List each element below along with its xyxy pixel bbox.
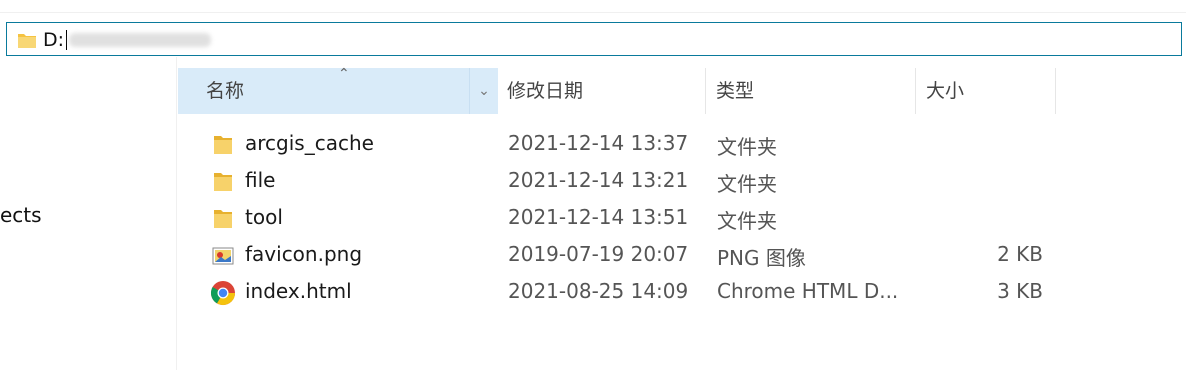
file-row[interactable]: tool 2021-12-14 13:51 文件夹 [178, 200, 1186, 237]
file-type: Chrome HTML D... [717, 279, 899, 303]
file-name: file [245, 168, 276, 192]
file-date: 2021-12-14 13:37 [508, 131, 689, 155]
file-type: 文件夹 [717, 135, 777, 159]
column-type-label: 类型 [716, 80, 755, 102]
nav-item-partial[interactable]: ects [0, 203, 42, 227]
file-type: 文件夹 [717, 209, 777, 233]
address-bar[interactable]: D: [6, 22, 1182, 56]
file-row[interactable]: file 2021-12-14 13:21 文件夹 [178, 163, 1186, 200]
navigation-pane[interactable]: ects [0, 57, 177, 370]
folder-icon [210, 206, 236, 232]
folder-icon [17, 31, 37, 53]
column-date-label: 修改日期 [507, 80, 584, 102]
column-size-header[interactable]: 大小 [916, 68, 1056, 114]
file-name: tool [245, 205, 283, 229]
sort-ascending-icon: ⌃ [338, 66, 350, 82]
file-date: 2019-07-19 20:07 [508, 242, 689, 266]
file-size: 2 KB [997, 242, 1043, 266]
top-strip [0, 0, 1186, 13]
file-type: 文件夹 [717, 172, 777, 196]
file-name: favicon.png [245, 242, 363, 266]
file-name: arcgis_cache [245, 131, 374, 155]
column-name-label: 名称 [206, 80, 245, 102]
column-size-label: 大小 [926, 80, 965, 102]
chrome-icon [210, 280, 236, 306]
file-date: 2021-08-25 14:09 [508, 279, 689, 303]
column-name-header[interactable]: ⌃ 名称 ⌄ [178, 66, 498, 114]
folder-icon [210, 132, 236, 158]
file-row[interactable]: index.html 2021-08-25 14:09 Chrome HTML … [178, 274, 1186, 311]
file-date: 2021-12-14 13:21 [508, 168, 689, 192]
address-text: D: [43, 29, 65, 51]
folder-icon [210, 169, 236, 195]
file-row[interactable]: favicon.png 2019-07-19 20:07 PNG 图像 2 KB [178, 237, 1186, 274]
file-list: arcgis_cache 2021-12-14 13:37 文件夹 file 2… [178, 126, 1186, 311]
blurred-path [69, 33, 211, 47]
column-date-header[interactable]: 修改日期 [498, 68, 706, 114]
file-type: PNG 图像 [717, 246, 806, 270]
file-row[interactable]: arcgis_cache 2021-12-14 13:37 文件夹 [178, 126, 1186, 163]
text-caret [66, 30, 67, 50]
column-header: ⌃ 名称 ⌄ 修改日期 类型 大小 [178, 66, 1186, 114]
file-name: index.html [245, 279, 352, 303]
image-file-icon [210, 243, 236, 269]
column-type-header[interactable]: 类型 [706, 68, 916, 114]
file-size: 3 KB [997, 279, 1043, 303]
file-date: 2021-12-14 13:51 [508, 205, 689, 229]
chevron-down-icon[interactable]: ⌄ [469, 68, 498, 114]
